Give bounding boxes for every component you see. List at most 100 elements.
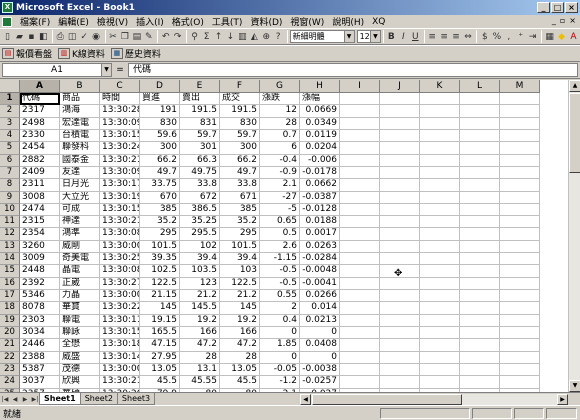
grid-cell[interactable]: [460, 253, 500, 266]
grid-cell[interactable]: 0.0263: [300, 240, 340, 254]
grid-cell[interactable]: [340, 117, 380, 130]
first-sheet-icon[interactable]: |◀: [0, 394, 10, 405]
grid-cell[interactable]: [460, 265, 500, 278]
grid-cell[interactable]: 831: [180, 117, 220, 130]
grid-cell[interactable]: [500, 363, 540, 377]
grid-cell[interactable]: 191.5: [220, 105, 260, 118]
grid-cell[interactable]: 2388: [20, 351, 60, 364]
grid-cell[interactable]: 66.2: [220, 154, 260, 167]
grid-cell[interactable]: 103: [220, 265, 260, 278]
grid-cell[interactable]: 3037: [20, 376, 60, 389]
grid-cell[interactable]: 2882: [20, 154, 60, 167]
align-center-icon[interactable]: ≡: [439, 30, 450, 44]
grid-cell[interactable]: [420, 129, 460, 143]
grid-cell[interactable]: [500, 216, 540, 229]
borders-icon[interactable]: ▦: [544, 30, 555, 44]
grid-cell[interactable]: -0.0128: [300, 203, 340, 217]
grid-cell[interactable]: 聯詠: [60, 326, 100, 340]
grid-cell[interactable]: [500, 302, 540, 315]
grid-cell[interactable]: 13.05: [140, 363, 180, 377]
row-header[interactable]: 16: [0, 277, 20, 290]
header-cell[interactable]: [340, 93, 380, 106]
grid-cell[interactable]: [380, 154, 420, 167]
grid-cell[interactable]: 神達: [60, 216, 100, 229]
grid-cell[interactable]: [500, 240, 540, 254]
row-header[interactable]: 18: [0, 302, 20, 315]
grid-cell[interactable]: 59.7: [180, 129, 220, 143]
grid-cell[interactable]: 鴻海: [60, 105, 100, 118]
grid-cell[interactable]: 13:30:00: [100, 240, 140, 254]
italic-button[interactable]: I: [398, 30, 409, 44]
grid-cell[interactable]: 13:30:21: [100, 154, 140, 167]
redo-icon[interactable]: ↷: [172, 30, 183, 44]
grid-cell[interactable]: 191.5: [180, 105, 220, 118]
grid-cell[interactable]: 122.5: [140, 277, 180, 290]
row-header[interactable]: 11: [0, 216, 20, 229]
grid-cell[interactable]: 13:30:21: [100, 216, 140, 229]
grid-cell[interactable]: [380, 105, 420, 118]
grid-cell[interactable]: 宏達電: [60, 117, 100, 130]
grid-cell[interactable]: 13:30:18: [100, 339, 140, 352]
row-header[interactable]: 12: [0, 228, 20, 241]
grid-cell[interactable]: 103.5: [180, 265, 220, 278]
grid-cell[interactable]: [500, 203, 540, 217]
grid-cell[interactable]: 671: [220, 191, 260, 204]
grid-cell[interactable]: [380, 216, 420, 229]
grid-cell[interactable]: 5346: [20, 290, 60, 303]
grid-cell[interactable]: 39.4: [220, 253, 260, 266]
column-header-j[interactable]: J: [380, 80, 420, 93]
grid-cell[interactable]: 13:30:22: [100, 302, 140, 315]
grid-cell[interactable]: 386.5: [180, 203, 220, 217]
underline-button[interactable]: U: [410, 30, 421, 44]
close-button[interactable]: ×: [565, 2, 578, 13]
new-icon[interactable]: ▯: [2, 30, 13, 44]
grid-cell[interactable]: [500, 339, 540, 352]
menu-edit[interactable]: 編輯(E): [54, 15, 93, 28]
grid-cell[interactable]: 欣興: [60, 376, 100, 389]
grid-cell[interactable]: [500, 142, 540, 155]
grid-cell[interactable]: [460, 203, 500, 217]
column-header-k[interactable]: K: [420, 80, 460, 93]
grid-cell[interactable]: [460, 363, 500, 377]
row-header[interactable]: 23: [0, 363, 20, 377]
grid-cell[interactable]: 33.8: [220, 179, 260, 192]
grid-cell[interactable]: 正崴: [60, 277, 100, 290]
menu-view[interactable]: 檢視(V): [93, 15, 132, 28]
column-header-a[interactable]: A: [20, 80, 60, 93]
grid-cell[interactable]: -0.4: [260, 154, 300, 167]
grid-cell[interactable]: -5: [260, 203, 300, 217]
grid-cell[interactable]: 2303: [20, 314, 60, 327]
grid-cell[interactable]: [340, 240, 380, 254]
grid-cell[interactable]: [460, 166, 500, 180]
grid-cell[interactable]: -0.05: [260, 363, 300, 377]
grid-cell[interactable]: 66.2: [140, 154, 180, 167]
grid-cell[interactable]: [460, 142, 500, 155]
scroll-up-icon[interactable]: ▲: [569, 80, 580, 92]
grid-cell[interactable]: 101.5: [140, 240, 180, 254]
grid-cell[interactable]: 13:30:19: [100, 191, 140, 204]
grid-cell[interactable]: [340, 166, 380, 180]
grid-cell[interactable]: -0.0041: [300, 277, 340, 290]
grid-cell[interactable]: 13.05: [220, 363, 260, 377]
grid-cell[interactable]: 0.0349: [300, 117, 340, 130]
grid-cell[interactable]: [420, 154, 460, 167]
row-header[interactable]: 13: [0, 240, 20, 254]
grid-cell[interactable]: [460, 302, 500, 315]
grid-cell[interactable]: -1.15: [260, 253, 300, 266]
grid-cell[interactable]: 33.8: [180, 179, 220, 192]
grid-cell[interactable]: [340, 339, 380, 352]
grid-cell[interactable]: [460, 216, 500, 229]
grid-cell[interactable]: 2498: [20, 117, 60, 130]
header-cell[interactable]: 商品: [60, 93, 100, 106]
grid-cell[interactable]: -0.0178: [300, 166, 340, 180]
scroll-right-icon[interactable]: ▶: [557, 394, 568, 405]
menu-format[interactable]: 格式(O): [168, 15, 208, 28]
currency-icon[interactable]: $: [479, 30, 490, 44]
grid-cell[interactable]: 2311: [20, 179, 60, 192]
grid-cell[interactable]: -0.0284: [300, 253, 340, 266]
grid-cell[interactable]: 2409: [20, 166, 60, 180]
grid-cell[interactable]: [500, 265, 540, 278]
save-icon[interactable]: ▪: [26, 30, 37, 44]
row-header[interactable]: 24: [0, 376, 20, 389]
grid-cell[interactable]: 0.0669: [300, 105, 340, 118]
